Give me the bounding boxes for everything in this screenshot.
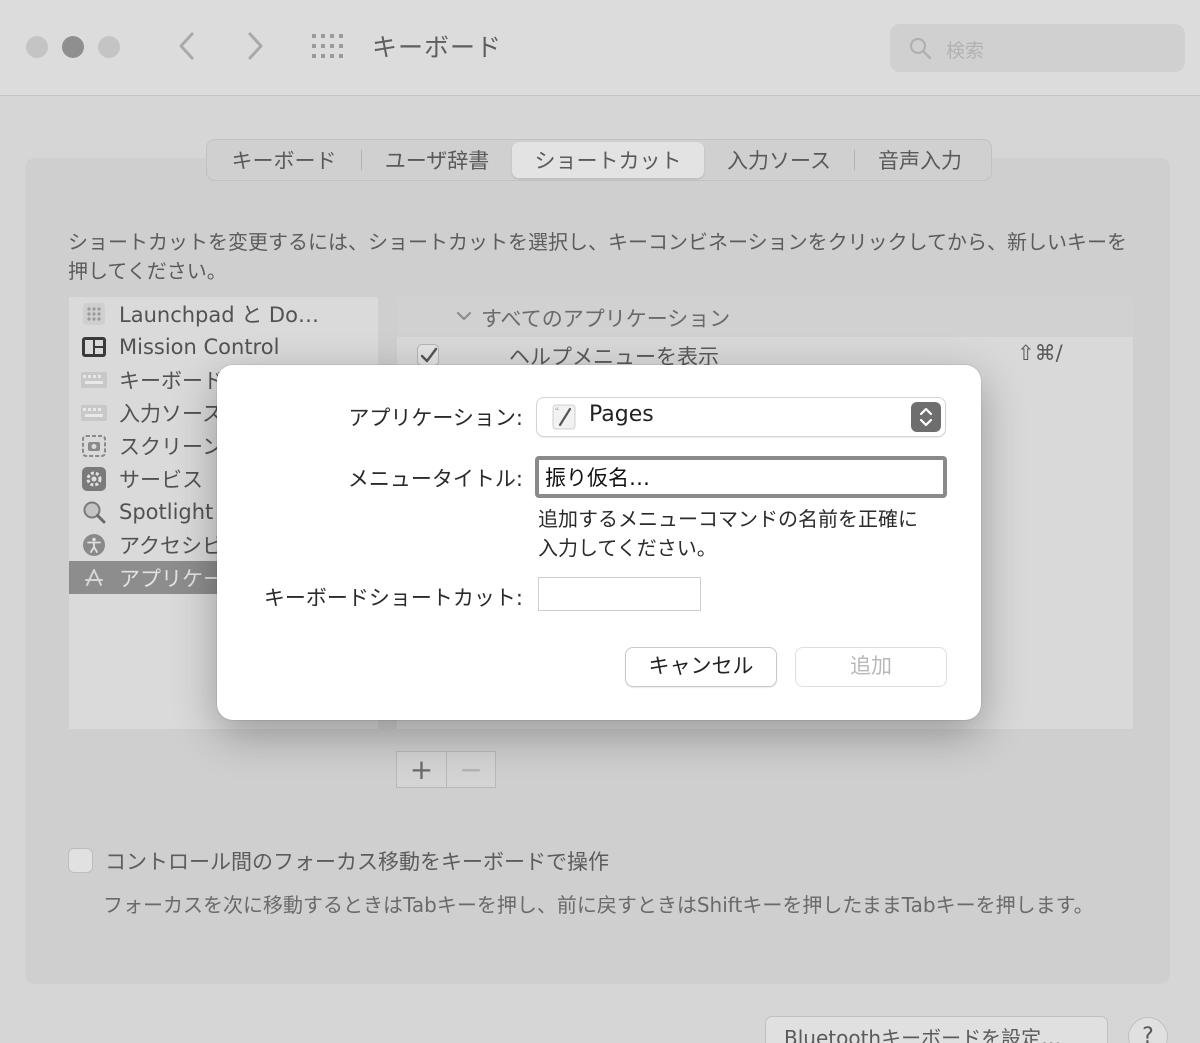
tab-input-sources[interactable]: 入力ソース bbox=[704, 142, 854, 178]
search-icon bbox=[81, 499, 107, 525]
help-button[interactable]: ? bbox=[1128, 1017, 1168, 1043]
window-title: キーボード bbox=[372, 33, 503, 62]
menu-title-input[interactable] bbox=[539, 460, 943, 494]
menu-title-field[interactable] bbox=[535, 456, 947, 498]
tab-shortcuts[interactable]: ショートカット bbox=[512, 142, 704, 178]
application-label: アプリケーション: bbox=[348, 406, 523, 430]
mission-control-icon bbox=[81, 334, 107, 360]
application-value: Pages bbox=[589, 402, 654, 427]
category-label: 入力ソース bbox=[119, 401, 223, 426]
cancel-button[interactable]: キャンセル bbox=[626, 648, 776, 686]
shortcut-group-label: すべてのアプリケーション bbox=[481, 307, 731, 331]
keyboard-focus-checkbox[interactable] bbox=[68, 848, 93, 873]
search-placeholder: 検索 bbox=[946, 40, 985, 62]
category-label: サービス bbox=[119, 467, 203, 492]
back-button[interactable] bbox=[172, 28, 202, 64]
search-field[interactable]: 検索 bbox=[890, 24, 1185, 72]
pages-app-icon: “ bbox=[552, 404, 576, 430]
tab-bar: キーボード ユーザ辞書 ショートカット 入力ソース 音声入力 bbox=[206, 139, 992, 181]
minimize-window-button[interactable] bbox=[62, 36, 84, 58]
close-window-button[interactable] bbox=[26, 36, 48, 58]
add-app-shortcut-dialog: アプリケーション: “ Pages メニュータイトル: 追加するメニューコマンド… bbox=[217, 365, 981, 720]
zoom-window-button[interactable] bbox=[98, 36, 120, 58]
accessibility-icon bbox=[81, 532, 107, 558]
add-shortcut-button[interactable]: + bbox=[397, 752, 446, 787]
chevron-right-icon bbox=[248, 32, 263, 60]
add-remove-buttons: + − bbox=[396, 751, 496, 788]
keyboard-icon bbox=[81, 367, 107, 393]
keyboard-focus-label: コントロール間のフォーカス移動をキーボードで操作 bbox=[105, 850, 609, 874]
tab-keyboard[interactable]: キーボード bbox=[207, 142, 361, 178]
launchpad-icon bbox=[81, 301, 107, 327]
checkmark-icon bbox=[420, 347, 438, 363]
svg-text:“: “ bbox=[555, 406, 559, 416]
shortcut-group-header[interactable]: すべてのアプリケーション bbox=[397, 297, 1133, 337]
shortcut-enabled-checkbox[interactable] bbox=[417, 344, 439, 366]
remove-shortcut-button[interactable]: − bbox=[446, 752, 495, 787]
menu-title-hint: 追加するメニューコマンドの名前を正確に入力してください。 bbox=[538, 507, 918, 560]
menu-title-label: メニュータイトル: bbox=[347, 467, 523, 491]
shortcut-description: ショートカットを変更するには、ショートカットを選択し、キーコンビネーションをクリ… bbox=[68, 230, 1127, 283]
category-launchpad[interactable]: Launchpad と Do… bbox=[69, 297, 378, 330]
setup-bluetooth-keyboard-button[interactable]: Bluetoothキーボードを設定… bbox=[765, 1016, 1108, 1043]
application-popup[interactable]: “ Pages bbox=[537, 398, 945, 436]
category-label: Launchpad と Do… bbox=[119, 302, 319, 327]
chevron-down-icon bbox=[457, 312, 471, 320]
keyboard-shortcut-field[interactable] bbox=[538, 577, 701, 611]
tab-user-dictionary[interactable]: ユーザ辞書 bbox=[362, 142, 512, 178]
input-source-icon bbox=[81, 400, 107, 426]
search-icon bbox=[909, 37, 932, 60]
show-all-grid-icon[interactable] bbox=[311, 33, 345, 59]
tab-dictation[interactable]: 音声入力 bbox=[855, 142, 985, 178]
title-bar: キーボード 検索 bbox=[0, 0, 1200, 96]
keyboard-focus-description: フォーカスを次に移動するときはTabキーを押し、前に戻すときはShiftキーを押… bbox=[103, 893, 1094, 917]
screenshot-icon bbox=[81, 433, 107, 459]
popup-stepper bbox=[911, 402, 941, 432]
category-label: Spotlight bbox=[119, 499, 214, 524]
category-mission-control[interactable]: Mission Control bbox=[69, 330, 378, 363]
keyboard-shortcut-label: キーボードショートカット: bbox=[263, 586, 523, 610]
forward-button[interactable] bbox=[240, 28, 270, 64]
category-label: Mission Control bbox=[119, 334, 280, 359]
gear-icon bbox=[81, 466, 107, 492]
up-down-chevron-icon bbox=[919, 407, 933, 427]
category-label: キーボード bbox=[119, 368, 224, 393]
chevron-left-icon bbox=[179, 32, 194, 60]
add-button[interactable]: 追加 bbox=[796, 648, 946, 686]
shortcut-row-keys[interactable]: ⇧⌘/ bbox=[1017, 341, 1063, 365]
app-store-icon bbox=[81, 565, 107, 591]
